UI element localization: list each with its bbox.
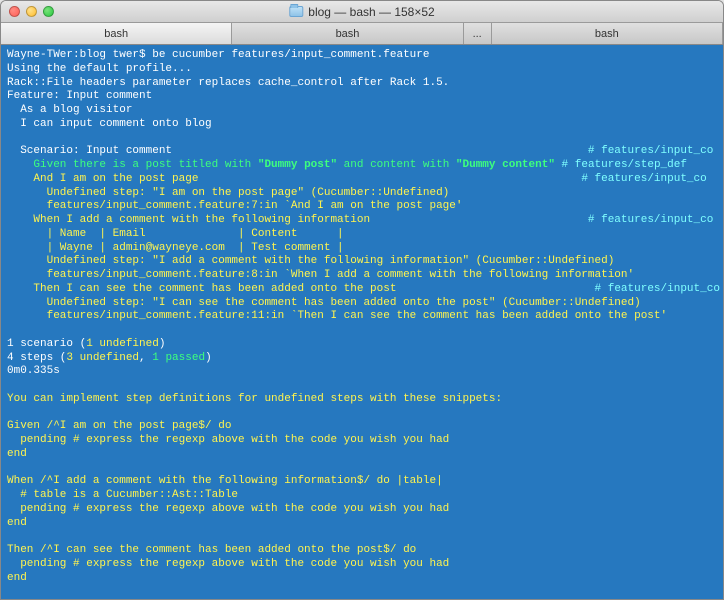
summary-undef: 3 undefined xyxy=(66,352,139,364)
summary-passed: 1 passed xyxy=(152,352,205,364)
snippet-line: pending # express the regexp above with … xyxy=(7,434,449,446)
snippet-line: Given /^I am on the post page$/ do xyxy=(7,420,231,432)
step-given-text: there is a post titled with xyxy=(73,159,258,171)
snippet-line: end xyxy=(7,517,27,529)
minimize-icon[interactable] xyxy=(26,6,37,17)
snippet-intro: You can implement step definitions for u… xyxy=(7,393,502,405)
tab-bar: bash bash ... bash xyxy=(1,23,723,45)
snippet-line: end xyxy=(7,572,27,584)
step-given-text: and content with xyxy=(337,159,456,171)
paren: ) xyxy=(205,352,212,364)
sep: , xyxy=(139,352,152,364)
snippet-line: # table is a Cucumber::Ast::Table xyxy=(7,489,238,501)
source-tag: # features/input_co xyxy=(595,283,720,295)
tab-bash-2[interactable]: bash xyxy=(232,23,463,44)
source-tag: # features/input_co xyxy=(588,214,713,226)
undefined-step: Undefined step: "I am on the post page" … xyxy=(7,187,449,199)
step-given-kw: Given xyxy=(7,159,73,171)
line: As a blog visitor xyxy=(7,104,132,116)
source-tag: # features/input_co xyxy=(581,173,706,185)
undefined-step: Undefined step: "I add a comment with th… xyxy=(7,255,614,267)
quoted: "Dummy post" xyxy=(258,159,337,171)
undefined-step-loc: features/input_comment.feature:11:in `Th… xyxy=(7,310,667,322)
source-tag: # features/input_co xyxy=(588,145,713,157)
tab-label: bash xyxy=(595,28,619,40)
paren: ) xyxy=(159,338,166,350)
line: I can input comment onto blog xyxy=(7,118,212,130)
summary-steps: 4 steps ( xyxy=(7,352,66,364)
summary-undef: 1 undefined xyxy=(86,338,159,350)
terminal-output[interactable]: Wayne-TWer:blog twer$ be cucumber featur… xyxy=(1,45,723,600)
folder-icon xyxy=(289,6,303,17)
step-then: Then I can see the comment has been adde… xyxy=(7,283,396,295)
prompt: Wayne-TWer:blog twer$ xyxy=(7,49,152,61)
undefined-step-loc: features/input_comment.feature:7:in `And… xyxy=(7,200,462,212)
command: be cucumber features/input_comment.featu… xyxy=(152,49,429,61)
table-header: | Name | Email | Content | xyxy=(7,228,344,240)
snippet-line: pending # express the regexp above with … xyxy=(7,503,449,515)
snippet-line: When /^I add a comment with the followin… xyxy=(7,475,443,487)
window-title-text: blog — bash — 158×52 xyxy=(308,5,434,19)
snippet-line: Then /^I can see the comment has been ad… xyxy=(7,544,416,556)
tab-label: ... xyxy=(473,28,482,40)
table-row: | Wayne | admin@wayneye.com | Test comme… xyxy=(7,242,344,254)
window-title: blog — bash — 158×52 xyxy=(289,5,434,19)
feature-line: Feature: Input comment xyxy=(7,90,152,102)
close-icon[interactable] xyxy=(9,6,20,17)
snippet-line: end xyxy=(7,448,27,460)
terminal-window: blog — bash — 158×52 bash bash ... bash … xyxy=(0,0,724,600)
traffic-lights xyxy=(9,6,54,17)
quoted: "Dummy content" xyxy=(456,159,555,171)
line: Rack::File headers parameter replaces ca… xyxy=(7,77,449,89)
tab-bash-1[interactable]: bash xyxy=(1,23,232,44)
undefined-step-loc: features/input_comment.feature:8:in `Whe… xyxy=(7,269,634,281)
summary-scenarios: 1 scenario ( xyxy=(7,338,86,350)
tab-bash-3[interactable]: bash xyxy=(492,23,723,44)
tab-overflow[interactable]: ... xyxy=(464,23,492,44)
source-tag: # features/step_def xyxy=(555,159,687,171)
step-when: When I add a comment with the following … xyxy=(7,214,370,226)
titlebar[interactable]: blog — bash — 158×52 xyxy=(1,1,723,23)
tab-label: bash xyxy=(104,28,128,40)
tab-label: bash xyxy=(336,28,360,40)
snippet-line: pending # express the regexp above with … xyxy=(7,558,449,570)
undefined-step: Undefined step: "I can see the comment h… xyxy=(7,297,641,309)
line: Using the default profile... xyxy=(7,63,192,75)
timing: 0m0.335s xyxy=(7,365,60,377)
step-and: And I am on the post page xyxy=(7,173,198,185)
scenario-header: Scenario: Input comment xyxy=(7,145,172,157)
zoom-icon[interactable] xyxy=(43,6,54,17)
